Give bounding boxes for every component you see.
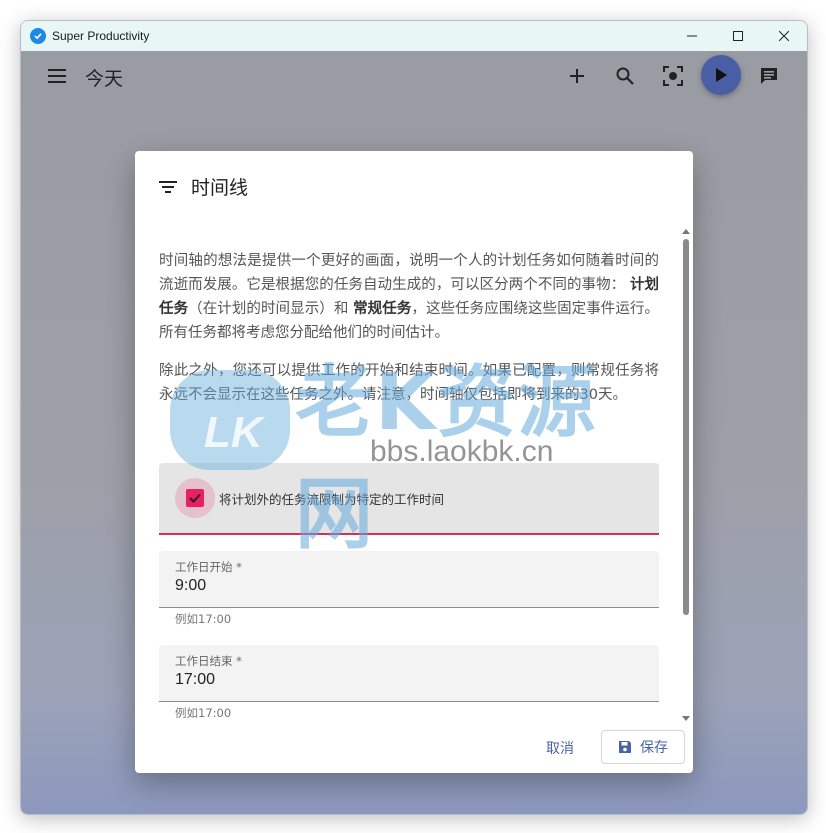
scroll-up-arrow[interactable] [682,229,690,234]
app-window: Super Productivity 今天 时间线 时间轴的想法是提供一个更好的… [20,20,808,815]
dialog-scrollbar[interactable] [680,229,690,721]
save-icon [619,741,631,753]
close-window-button[interactable] [761,21,807,51]
title-bar: Super Productivity [21,21,807,51]
description-paragraph: 时间轴的想法是提供一个更好的画面，说明一个人的计划任务如何随着时间的流逝而发展。… [159,253,659,341]
app-backdrop: 今天 时间线 时间轴的想法是提供一个更好的画面，说明一个人的计划任务如何随着时间… [21,51,807,814]
app-logo-icon [30,28,46,44]
maximize-icon [733,31,743,41]
work-start-label: 工作日开始 * [175,560,242,574]
page-title: 今天 [85,68,124,90]
checkbox-label: 将计划外的任务流限制为特定的工作时间 [219,492,445,507]
bold-regular-tasks: 常规任务 [353,301,412,317]
maximize-button[interactable] [715,21,761,51]
save-label: 保存 [640,740,668,756]
save-button[interactable]: 保存 [601,730,685,764]
play-button[interactable] [701,55,741,95]
filter-icon [159,180,177,193]
work-end-input[interactable]: 17:00 [175,671,215,689]
limit-work-hours-field[interactable]: 将计划外的任务流限制为特定的工作时间 [159,463,659,535]
scroll-down-arrow[interactable] [682,716,690,721]
work-start-field[interactable]: 工作日开始 * 9:00 [159,551,659,608]
dialog-title: 时间线 [191,177,249,199]
close-icon [779,31,789,41]
check-icon [189,493,201,503]
search-icon[interactable] [613,64,637,88]
window-title: Super Productivity [52,29,150,43]
app-header: 今天 [21,51,807,101]
work-end-hint: 例如17:00 [175,706,232,720]
scroll-thumb[interactable] [683,239,689,615]
focus-mode-icon[interactable] [661,64,685,88]
timeline-settings-dialog: 时间线 时间轴的想法是提供一个更好的画面，说明一个人的计划任务如何随着时间的流逝… [135,151,693,773]
cancel-button[interactable]: 取消 [527,731,593,765]
dialog-content[interactable]: 时间轴的想法是提供一个更好的画面，说明一个人的计划任务如何随着时间的流逝而发展。… [159,231,659,721]
limit-work-hours-checkbox[interactable] [186,489,204,507]
work-start-input[interactable]: 9:00 [175,577,206,595]
working-hours-paragraph: 除此之外，您还可以提供工作的开始和结束时间。如果已配置，则常规任务将永远不会显示… [159,363,659,403]
minimize-icon [687,35,697,37]
menu-icon[interactable] [45,64,69,88]
work-start-hint: 例如17:00 [175,612,232,626]
add-task-icon[interactable] [565,64,589,88]
minimize-button[interactable] [669,21,715,51]
work-end-label: 工作日结束 * [175,654,242,668]
work-end-field[interactable]: 工作日结束 * 17:00 [159,645,659,702]
play-icon [716,68,727,82]
notes-icon[interactable] [757,64,781,88]
